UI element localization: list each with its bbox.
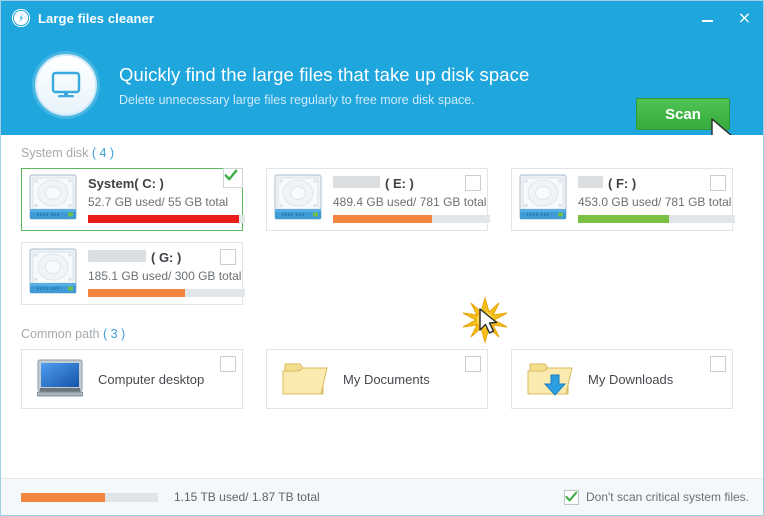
drive-usage-bar-fill: [88, 215, 239, 223]
drive-usage-bar-fill: [333, 215, 432, 223]
banner-text-block: Quickly find the large files that take u…: [119, 64, 529, 107]
hard-drive-icon: [274, 174, 322, 220]
drive-card[interactable]: ( G: ) 185.1 GB used/ 300 GB total: [21, 242, 245, 305]
banner-subtitle: Delete unnecessary large files regularly…: [119, 92, 475, 107]
hard-drive-icon: [29, 174, 77, 220]
close-icon: ×: [737, 8, 752, 27]
path-label: My Documents: [343, 371, 430, 387]
path-card-list: Computer desktop My Documents My Downloa…: [1, 341, 763, 420]
drive-checkbox[interactable]: [220, 249, 236, 265]
total-usage-text: 1.15 TB used/ 1.87 TB total: [174, 490, 320, 504]
checkmark-icon: [565, 491, 578, 502]
main-content: System disk ( 4 ) System ( C: ) 52.7 GB u…: [1, 135, 763, 478]
monitor-icon: [35, 54, 97, 116]
drive-card[interactable]: System ( C: ) 52.7 GB used/ 55 GB total: [21, 168, 245, 231]
drive-name-text: System: [88, 176, 135, 191]
hard-drive-icon: [29, 248, 77, 294]
drive-usage-bar: [333, 215, 490, 223]
critical-files-option[interactable]: Don't scan critical system files.: [563, 489, 749, 505]
system-disk-section-label: System disk ( 4 ): [1, 135, 763, 160]
header-banner: Quickly find the large files that take u…: [1, 35, 763, 165]
drive-name-redacted: [333, 176, 380, 188]
hard-drive-icon-wrap: [518, 173, 574, 226]
drive-card[interactable]: ( F: ) 453.0 GB used/ 781 GB total: [511, 168, 735, 231]
path-checkbox[interactable]: [465, 356, 481, 372]
drive-size-text: 52.7 GB used/ 55 GB total: [88, 195, 229, 209]
minimize-button[interactable]: [689, 1, 726, 35]
critical-files-label: Don't scan critical system files.: [585, 490, 749, 504]
close-button[interactable]: ×: [726, 1, 763, 35]
scan-button[interactable]: Scan: [636, 98, 730, 130]
drive-checkbox[interactable]: [465, 175, 481, 191]
drive-checkbox[interactable]: [223, 168, 243, 188]
drive-letter: ( C: ): [134, 176, 164, 191]
system-disk-label-text: System disk: [21, 146, 89, 160]
path-checkbox[interactable]: [710, 356, 726, 372]
title-bar: Large files cleaner ×: [1, 1, 763, 35]
total-usage-bar-fill: [21, 492, 105, 502]
drive-letter: ( G: ): [151, 250, 182, 265]
drive-name: System ( C: ): [88, 176, 245, 193]
drive-usage-bar-fill: [88, 289, 186, 297]
folder-download-icon: [527, 363, 573, 396]
folder-documents-icon: [282, 363, 328, 395]
drive-size-text: 185.1 GB used/ 300 GB total: [88, 269, 242, 283]
critical-files-checkbox[interactable]: [563, 489, 579, 505]
drive-letter: ( E: ): [385, 176, 414, 191]
common-path-section-label: Common path ( 3 ): [1, 316, 763, 341]
path-card[interactable]: My Documents: [266, 349, 488, 409]
minimize-icon: [702, 20, 713, 22]
path-card[interactable]: My Downloads: [511, 349, 733, 409]
drive-letter: ( F: ): [608, 176, 637, 191]
path-icon-wrap: [524, 359, 576, 399]
monitor-desktop-icon: [37, 359, 83, 397]
drive-usage-bar: [88, 289, 245, 297]
path-checkbox[interactable]: [220, 356, 236, 372]
drive-size-text: 489.4 GB used/ 781 GB total: [333, 195, 487, 209]
common-path-count: ( 3 ): [103, 327, 126, 341]
hard-drive-icon: [519, 174, 567, 220]
drive-usage-bar-fill: [578, 215, 670, 223]
hard-drive-icon-wrap: [28, 247, 84, 300]
drive-card[interactable]: ( E: ) 489.4 GB used/ 781 GB total: [266, 168, 490, 231]
app-icon: [12, 9, 30, 27]
checkmark-icon: [224, 169, 238, 181]
system-disk-count: ( 4 ): [91, 146, 115, 160]
banner-title: Quickly find the large files that take u…: [119, 63, 530, 85]
drive-checkbox[interactable]: [710, 175, 726, 191]
hard-drive-icon-wrap: [273, 173, 329, 226]
common-path-label-text: Common path: [21, 327, 100, 341]
drive-name-redacted: [578, 176, 603, 188]
path-card[interactable]: Computer desktop: [21, 349, 243, 409]
status-bar: 1.15 TB used/ 1.87 TB total Don't scan c…: [1, 478, 763, 515]
drive-usage-bar: [578, 215, 735, 223]
drive-card-list: System ( C: ) 52.7 GB used/ 55 GB total (…: [1, 160, 763, 316]
drive-size-text: 453.0 GB used/ 781 GB total: [578, 195, 732, 209]
hard-drive-icon-wrap: [28, 173, 84, 226]
path-label: Computer desktop: [98, 371, 205, 387]
drive-name-redacted: [88, 250, 146, 262]
total-usage-bar: [21, 492, 158, 502]
path-label: My Downloads: [588, 371, 674, 387]
app-window: Large files cleaner × Quickly find the l…: [0, 0, 764, 516]
drive-usage-bar: [88, 215, 245, 223]
path-icon-wrap: [279, 359, 331, 399]
path-icon-wrap: [34, 359, 86, 399]
window-title: Large files cleaner: [38, 10, 155, 26]
window-controls: ×: [689, 1, 763, 35]
